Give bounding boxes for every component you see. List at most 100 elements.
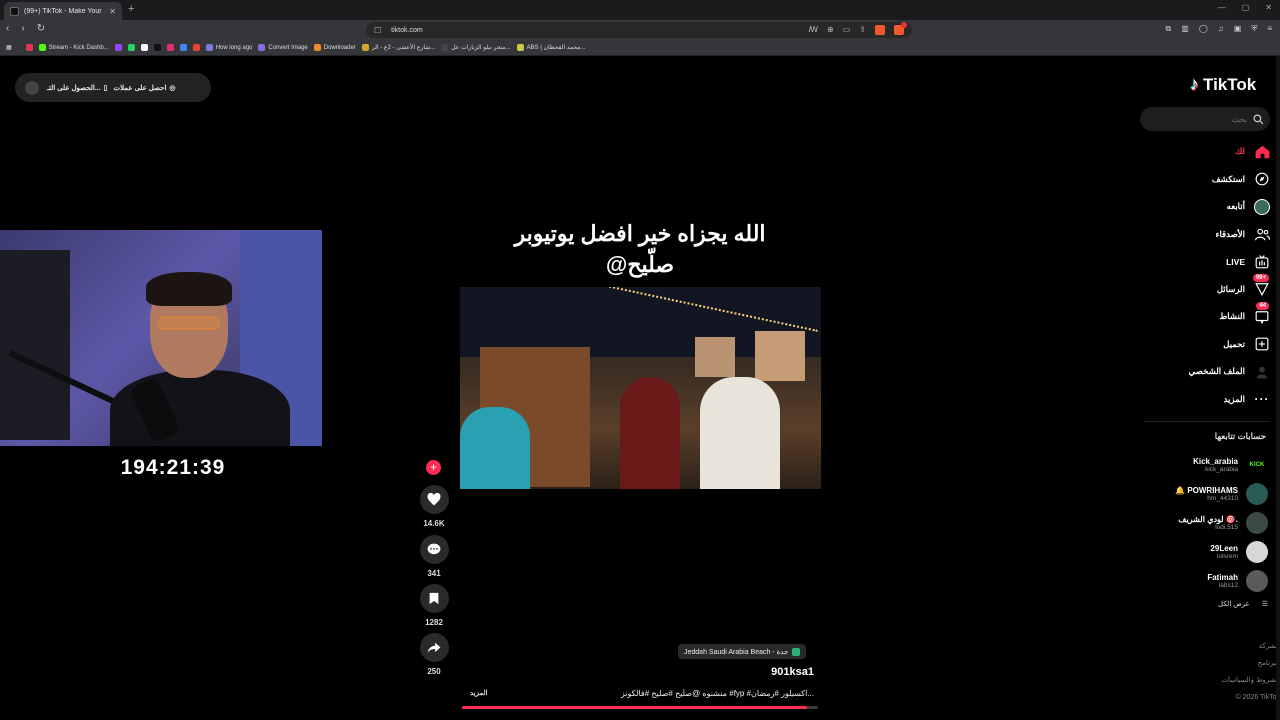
share-icon[interactable]: ⇪ — [859, 25, 866, 35]
address-bar[interactable]: ☐ tiktok.com ꟿ ⊕ ▭ ⇪ — [366, 22, 912, 38]
bookmark-item[interactable] — [25, 44, 33, 51]
followed-account[interactable]: Kick_arabia kick_arabia KICK — [1150, 450, 1268, 479]
brave-shield-icon[interactable] — [875, 25, 885, 35]
bookmark-label: ABS | محمد القحطان... — [526, 45, 586, 51]
bookmark-label: متجر نيلو الزيارات عل... — [451, 45, 511, 51]
follow-plus-button[interactable]: + — [426, 460, 441, 475]
bookmark-item[interactable] — [114, 44, 122, 51]
caption-line-2: @صلّيح — [605, 252, 675, 277]
back-icon[interactable]: ‹ — [6, 23, 9, 34]
browser-tab[interactable]: (99+) TikTok - Make Your Day ✕ — [4, 2, 122, 20]
followed-account[interactable]: 29Leen lolsrem — [1150, 537, 1268, 566]
close-tab-icon[interactable]: ✕ — [109, 7, 116, 16]
sidebar-item-profile[interactable]: الملف الشخصي — [1160, 358, 1270, 386]
sidebar-item-messages[interactable]: الرسائل 99+ — [1160, 274, 1270, 304]
bookmark-item[interactable] — [166, 44, 174, 51]
video-player[interactable] — [460, 287, 821, 489]
get-coins-link[interactable]: احصل على عملات ◎ — [114, 84, 176, 92]
bookmark-item[interactable]: متجر نيلو الزيارات عل... — [441, 44, 511, 51]
location-tag[interactable]: Jeddah Saudi Arabia Beach - جدة — [678, 644, 807, 659]
footer-link[interactable]: الشروط والسياسات — [1150, 672, 1280, 689]
like-button[interactable] — [419, 485, 449, 514]
footer-link[interactable]: البرنامج — [1150, 655, 1280, 672]
video-progress-bar[interactable] — [462, 706, 818, 709]
sidebar-item-more[interactable]: المزيد ··· — [1160, 386, 1270, 414]
video-description: منشنوه @صلّيح #صليح #فالكونز #fyp #اكسبل… — [620, 689, 814, 698]
followed-account[interactable]: 🔔 POWRIHAMS hm_44310 — [1150, 479, 1268, 508]
footer-link[interactable]: © 2026 TikTok — [1150, 689, 1280, 706]
maximize-icon[interactable]: ▢ — [1242, 3, 1250, 12]
vpn-icon[interactable]: ⛨ — [1251, 24, 1257, 34]
search-input[interactable] — [1157, 114, 1247, 124]
bookmark-item[interactable]: Stream - Kick Dashb... — [38, 44, 109, 51]
bookmark-item[interactable] — [127, 44, 135, 51]
extensions-icon[interactable]: ⧉ — [1166, 24, 1172, 34]
zoom-icon[interactable]: ⊕ — [827, 25, 834, 35]
sidebar-item-upload[interactable]: تحميل — [1160, 331, 1270, 359]
apps-grid-icon[interactable]: ▦ — [6, 44, 12, 51]
bookmark-label: Convert Image — [268, 44, 308, 51]
menu-icon[interactable]: ≡ — [1267, 24, 1272, 34]
search-box — [1140, 107, 1270, 131]
minimize-icon[interactable]: — — [1218, 3, 1226, 12]
webcam-shelf — [0, 250, 70, 440]
bookmark-item[interactable]: ABS | محمد القحطان... — [516, 44, 586, 51]
user-avatar[interactable] — [23, 78, 41, 97]
save-button[interactable] — [419, 584, 449, 613]
bookmark-item[interactable] — [192, 44, 200, 51]
more-button[interactable]: المزيد — [470, 689, 488, 697]
new-tab-button[interactable]: + — [128, 3, 134, 15]
account-handle: iabs12 — [1218, 581, 1238, 589]
sidebar-item-home[interactable]: لك — [1160, 138, 1270, 166]
bookmark-item[interactable]: How long ago — [205, 44, 252, 51]
like-count: 14.6K — [423, 519, 445, 528]
search-icon[interactable] — [1253, 114, 1264, 125]
bookmark-page-icon[interactable]: ☐ — [374, 26, 381, 35]
page-scrollbar[interactable] — [1276, 56, 1280, 720]
sidebar-item-friends[interactable]: الأصدقاء — [1160, 221, 1270, 249]
screen-icon[interactable]: ▭ — [843, 25, 851, 35]
notification-count-badge: 99+ — [1252, 274, 1269, 283]
footer-link[interactable]: الشركة — [1150, 638, 1280, 655]
get-app-link[interactable]: الحصول على التـ... ▯ — [47, 84, 108, 92]
video-building — [695, 337, 735, 377]
comment-icon — [427, 543, 441, 555]
wallet-icon[interactable]: ▣ — [1234, 24, 1242, 34]
translate-icon[interactable]: ꟿ — [808, 25, 818, 35]
account-names: لودي الشريف 🎯. lodi.515 — [1178, 515, 1238, 531]
media-icon[interactable]: ♫ — [1218, 24, 1224, 34]
bookmark-item[interactable] — [153, 44, 161, 51]
sidebar-item-avatar[interactable]: أتابعه — [1160, 193, 1270, 221]
tiktok-logo[interactable]: ♪ TikTok — [1190, 74, 1256, 95]
reload-icon[interactable]: ↻ — [37, 23, 45, 34]
bookmark-item[interactable]: Downloader — [313, 44, 356, 51]
coin-icon: ◎ — [169, 84, 176, 92]
bookmarks-bar: ▦ Stream - Kick Dashb... How long ago Conve… — [0, 40, 1280, 56]
followed-account[interactable]: لودي الشريف 🎯. lodi.515 — [1150, 508, 1268, 537]
forward-icon[interactable]: › — [21, 23, 24, 34]
sidebar-item-activity[interactable]: النشاط 44 — [1160, 301, 1270, 331]
brave-rewards-icon[interactable] — [894, 22, 907, 35]
phone-icon: ▯ — [103, 84, 108, 92]
followed-account[interactable]: Fatimah iabs12 — [1150, 566, 1268, 595]
comment-button[interactable] — [419, 535, 449, 564]
save-action: 1282 — [418, 584, 450, 627]
activity-icon: 44 — [1254, 301, 1270, 325]
get-coins-label: احصل على عملات — [113, 84, 167, 92]
bookmark-item[interactable] — [140, 44, 148, 51]
see-all-link[interactable]: عرض الكل ☰ — [1150, 600, 1268, 608]
close-window-icon[interactable]: ✕ — [1265, 3, 1272, 12]
browser-toolbar: ‹ › ↻ ☐ tiktok.com ꟿ ⊕ ▭ ⇪ ⧉ ▥ ◯ ♫ ▣ ⛨ ≡ — [0, 20, 1280, 40]
sidebar-icon[interactable]: ▥ — [1181, 24, 1189, 34]
bookmark-item[interactable]: Convert Image — [258, 44, 308, 51]
sidebar-item-live[interactable]: LIVE — [1160, 248, 1270, 276]
sidebar-item-compass[interactable]: استكشف — [1160, 166, 1270, 194]
profile-icon[interactable]: ◯ — [1199, 24, 1208, 34]
bookmark-item[interactable]: شارع الأعشى - 2ع - الر... — [361, 44, 435, 51]
bookmark-item[interactable] — [179, 44, 187, 51]
video-author[interactable]: 901ksa1 — [700, 666, 814, 678]
bookmark-favicon-icon — [192, 44, 200, 51]
share-button[interactable] — [419, 633, 449, 662]
home-icon — [1254, 144, 1270, 160]
sidebar-divider — [1144, 421, 1270, 422]
